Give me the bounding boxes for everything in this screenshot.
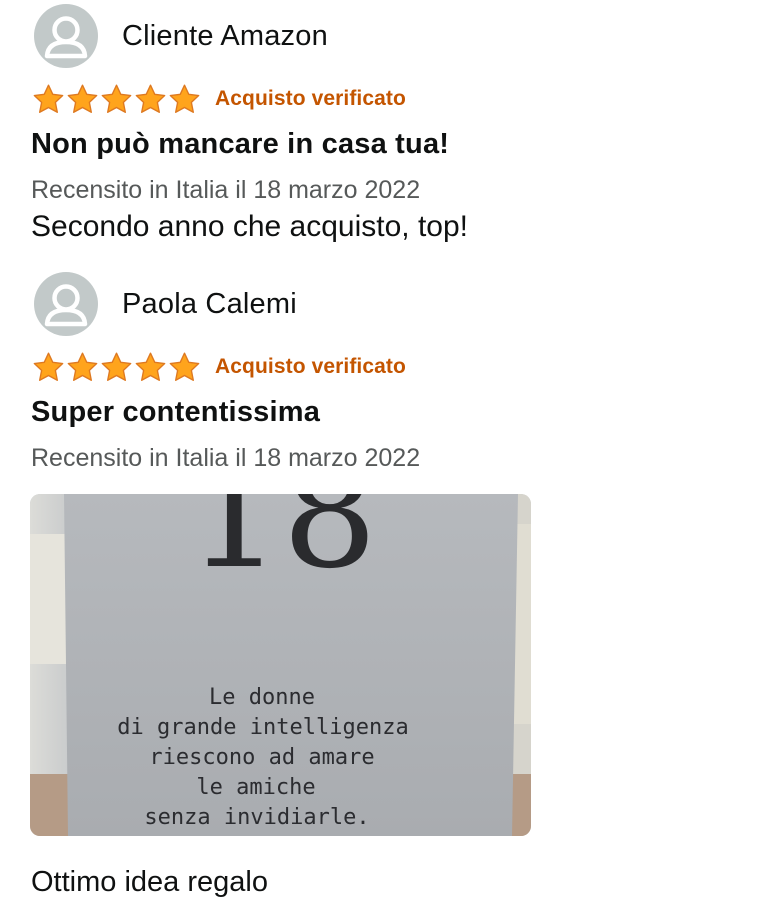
photo-quote-line: riescono ad amare bbox=[149, 745, 374, 770]
rating-row: Acquisto verificato bbox=[32, 350, 406, 384]
review-date: Recensito in Italia il 18 marzo 2022 bbox=[31, 444, 421, 472]
star-icon bbox=[33, 352, 64, 381]
star-icon bbox=[135, 352, 166, 381]
star-icon bbox=[67, 352, 98, 381]
user-avatar-icon bbox=[34, 272, 98, 336]
photo-quote-line: Le donne bbox=[209, 685, 315, 710]
star-rating[interactable] bbox=[32, 351, 201, 384]
reviewer-name: Paola Calemi bbox=[122, 287, 297, 320]
photo-big-number: 18 bbox=[187, 494, 378, 602]
star-icon bbox=[169, 352, 200, 381]
review-title: Super contentissima bbox=[31, 396, 321, 428]
verified-purchase-badge: Acquisto verificato bbox=[215, 87, 406, 110]
review-date: Recensito in Italia il 18 marzo 2022 bbox=[31, 176, 421, 204]
star-rating[interactable] bbox=[32, 83, 201, 116]
review-body: Ottimo idea regalo bbox=[31, 866, 268, 898]
user-avatar-icon bbox=[34, 4, 98, 68]
star-icon bbox=[101, 352, 132, 381]
star-icon bbox=[101, 84, 132, 113]
review-body: Secondo anno che acquisto, top! bbox=[31, 210, 468, 243]
star-icon bbox=[67, 84, 98, 113]
reviewer-profile[interactable]: Cliente Amazon bbox=[34, 4, 328, 68]
reviewer-profile[interactable]: Paola Calemi bbox=[34, 272, 297, 336]
verified-purchase-badge: Acquisto verificato bbox=[215, 355, 406, 378]
star-icon bbox=[33, 84, 64, 113]
photo-quote-line: senza invidiarle. bbox=[144, 805, 369, 830]
photo-quote-line: di grande intelligenza bbox=[117, 715, 408, 740]
review-photo[interactable]: 18 Le donne di grande intelligenza riesc… bbox=[30, 494, 531, 836]
star-icon bbox=[135, 84, 166, 113]
rating-row: Acquisto verificato bbox=[32, 82, 406, 116]
review-title: Non può mancare in casa tua! bbox=[31, 128, 450, 160]
photo-quote-line: le amiche bbox=[196, 775, 315, 800]
reviewer-name: Cliente Amazon bbox=[122, 19, 328, 52]
star-icon bbox=[169, 84, 200, 113]
